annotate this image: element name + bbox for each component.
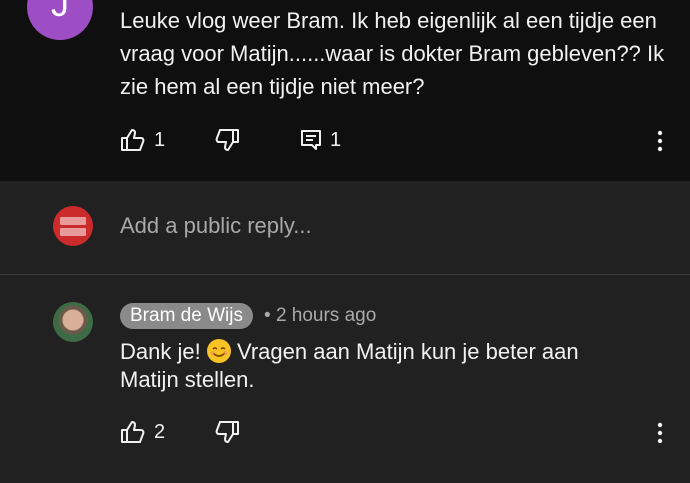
timestamp-separator: • [264, 305, 271, 326]
more-vert-icon [655, 422, 665, 444]
reply-like-button[interactable]: 2 [120, 420, 165, 444]
reply-like-count: 2 [154, 420, 166, 443]
comment-replies-button[interactable]: 1 [300, 128, 341, 152]
reply-dislike-button[interactable] [214, 420, 240, 444]
reply-text-part1: Dank je! [120, 339, 201, 364]
comment-icon [300, 128, 322, 152]
comment-menu-button[interactable] [655, 130, 665, 157]
reply-count: 1 [330, 128, 342, 151]
timestamp-text: 2 hours ago [275, 305, 377, 326]
like-count: 1 [154, 128, 166, 151]
reply-author-chip[interactable]: Bram de Wijs [120, 303, 253, 329]
reply-text: Dank je! Vragen aan Matijn kun je beter … [120, 338, 620, 394]
user-avatar [53, 206, 93, 246]
thumbs-up-icon [120, 128, 146, 152]
comment-block: J Leuke vlog weer Bram. Ik heb eigenlijk… [0, 0, 690, 181]
smiling-face-emoji-icon [206, 339, 231, 363]
thumbs-down-icon [214, 420, 240, 444]
reply-input[interactable]: Add a public reply... [120, 213, 312, 239]
comment-dislike-button[interactable] [214, 128, 240, 152]
thumbs-down-icon [214, 128, 240, 152]
commenter-avatar[interactable]: J [27, 0, 93, 40]
thumbs-up-icon [120, 420, 146, 444]
comment-like-button[interactable]: 1 [120, 128, 165, 152]
more-vert-icon [655, 130, 665, 152]
reply-author-avatar[interactable] [53, 302, 93, 342]
comment-text: Leuke vlog weer Bram. Ik heb eigenlijk a… [120, 8, 665, 99]
reply-composer [0, 181, 690, 274]
reply-timestamp: • 2 hours ago [264, 305, 376, 327]
reply-menu-button[interactable] [655, 422, 665, 449]
avatar-letter: J [51, 0, 69, 24]
